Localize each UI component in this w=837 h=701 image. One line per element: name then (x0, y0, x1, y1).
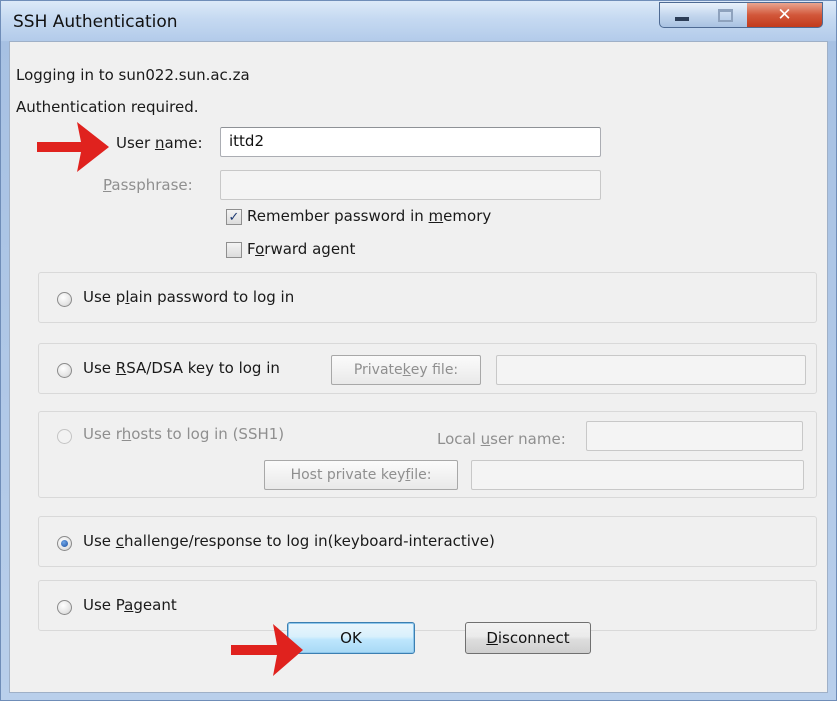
private-key-file-button[interactable]: Private k ey file: (331, 355, 481, 385)
plain-password-group: Use plain password to log in (38, 272, 817, 323)
minimize-icon (675, 17, 689, 21)
local-user-name-input[interactable] (586, 421, 803, 451)
pageant-label[interactable]: Use Pageant (83, 596, 177, 614)
challenge-response-group: Use challenge/response to log in(keyboar… (38, 516, 817, 567)
rhosts-radio[interactable] (57, 429, 72, 444)
rsa-key-radio[interactable] (57, 363, 72, 378)
close-button[interactable]: ✕ (747, 2, 823, 28)
minimize-button[interactable] (659, 2, 705, 28)
rhosts-label[interactable]: Use rhosts to log in (SSH1) (83, 425, 284, 443)
red-arrow-annotation-username (37, 122, 109, 172)
remember-password-label[interactable]: Remember password in memory (247, 207, 491, 225)
dialog-body: Logging in to sun022.sun.ac.za Authentic… (9, 41, 828, 693)
disconnect-button[interactable]: Disconnect (465, 622, 591, 654)
window-title: SSH Authentication (13, 12, 178, 32)
host-private-key-file-button[interactable]: Host private key f ile: (264, 460, 458, 490)
username-label: User name: (116, 134, 203, 152)
red-arrow-annotation-ok (231, 624, 303, 676)
forward-agent-label[interactable]: Forward agent (247, 240, 355, 258)
username-input[interactable]: ittd2 (220, 127, 601, 157)
plain-password-radio[interactable] (57, 292, 72, 307)
private-key-file-input[interactable] (496, 355, 806, 385)
passphrase-label: Passphrase: (103, 176, 193, 194)
checkmark-icon: ✓ (228, 209, 240, 225)
passphrase-input[interactable] (220, 170, 601, 200)
pageant-radio[interactable] (57, 600, 72, 615)
maximize-icon (718, 8, 733, 22)
auth-required-text: Authentication required. (16, 98, 199, 116)
rhosts-group: Use rhosts to log in (SSH1) Local user n… (38, 411, 817, 498)
pageant-group: Use Pageant (38, 580, 817, 631)
plain-password-label[interactable]: Use plain password to log in (83, 288, 294, 306)
remember-password-checkbox[interactable]: ✓ (226, 209, 242, 225)
challenge-response-label[interactable]: Use challenge/response to log in(keyboar… (83, 532, 495, 550)
rsa-key-label[interactable]: Use RSA/DSA key to log in (83, 359, 280, 377)
logging-in-text: Logging in to sun022.sun.ac.za (16, 66, 250, 84)
forward-agent-checkbox[interactable] (226, 242, 242, 258)
title-bar[interactable]: SSH Authentication ✕ (1, 1, 836, 41)
maximize-button (704, 2, 748, 28)
ssh-authentication-window: SSH Authentication ✕ Logging in to sun02… (0, 0, 837, 701)
close-icon: ✕ (777, 5, 792, 25)
ok-button[interactable]: OK (287, 622, 415, 654)
challenge-response-radio[interactable] (57, 536, 72, 551)
local-user-name-label: Local user name: (437, 430, 566, 448)
rsa-key-group: Use RSA/DSA key to log in Private k ey fi… (38, 343, 817, 394)
host-private-key-file-input[interactable] (471, 460, 804, 490)
